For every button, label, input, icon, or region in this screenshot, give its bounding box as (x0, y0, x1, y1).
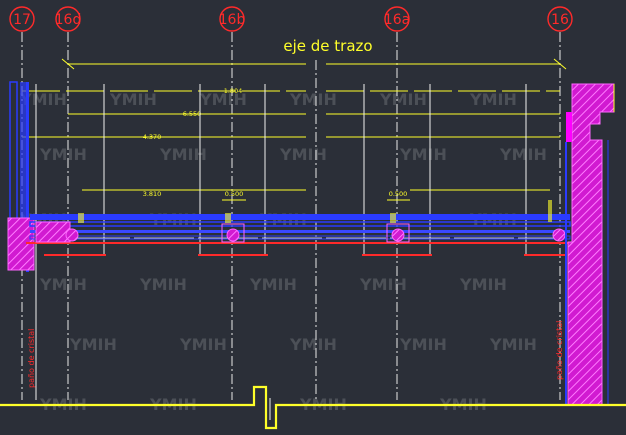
watermark: YMIH (39, 145, 87, 164)
watermark: YMIH (109, 90, 157, 109)
watermark: YMIH (399, 335, 447, 354)
axis-label-16a: 16a (384, 12, 410, 28)
watermark: YMIH (499, 145, 547, 164)
watermark-group: YMIH YMIH YMIH YMIH YMIH YMIH YMIH YMIH … (19, 90, 547, 414)
watermark: YMIH (379, 90, 427, 109)
watermark: YMIH (489, 335, 537, 354)
grid-axis-bubbles (9, 6, 573, 32)
axis-label-16: 16 (551, 12, 569, 28)
cad-drawing: YMIH YMIH YMIH YMIH YMIH YMIH YMIH YMIH … (0, 6, 626, 430)
dimension-texts: 1.804 6.550 4.370 3.810 0.500 0.500 (143, 87, 408, 198)
mullion-joint (552, 228, 566, 242)
mullion-joint (226, 228, 240, 242)
watermark: YMIH (179, 335, 227, 354)
axis-label-17: 17 (13, 12, 31, 28)
watermark: YMIH (399, 145, 447, 164)
axis-label-16b: 16b (219, 12, 246, 28)
watermark: YMIH (39, 275, 87, 294)
left-side-label: paño de cristal (27, 329, 36, 388)
watermark: YMIH (139, 275, 187, 294)
dimension-text: 0.500 (225, 190, 244, 198)
watermark: YMIH (469, 90, 517, 109)
mullion-left-box (35, 221, 71, 243)
dimension-text: 4.370 (143, 133, 162, 141)
dimension-text: 3.810 (143, 190, 162, 198)
dimension-text: 0.500 (389, 190, 408, 198)
watermark: YMIH (289, 90, 337, 109)
watermark: YMIH (69, 335, 117, 354)
right-side-label: paño de cristal (555, 321, 564, 380)
right-column (567, 83, 615, 406)
dimension-text: 1.804 (224, 87, 243, 95)
watermark: YMIH (249, 275, 297, 294)
axis-label-16d: 16d (55, 12, 82, 28)
watermark: YMIH (359, 275, 407, 294)
right-wall-section (565, 83, 615, 406)
mullion-joint (65, 228, 79, 242)
watermark: YMIH (289, 335, 337, 354)
watermark: YMIH (279, 145, 327, 164)
mullion-joint (391, 228, 405, 242)
drawing-title: eje de trazo (283, 37, 372, 55)
grid-axis-labels: 17 16d 16b 16a 16 (13, 12, 569, 28)
dimension-text: 6.550 (183, 110, 202, 118)
watermark: YMIH (459, 275, 507, 294)
